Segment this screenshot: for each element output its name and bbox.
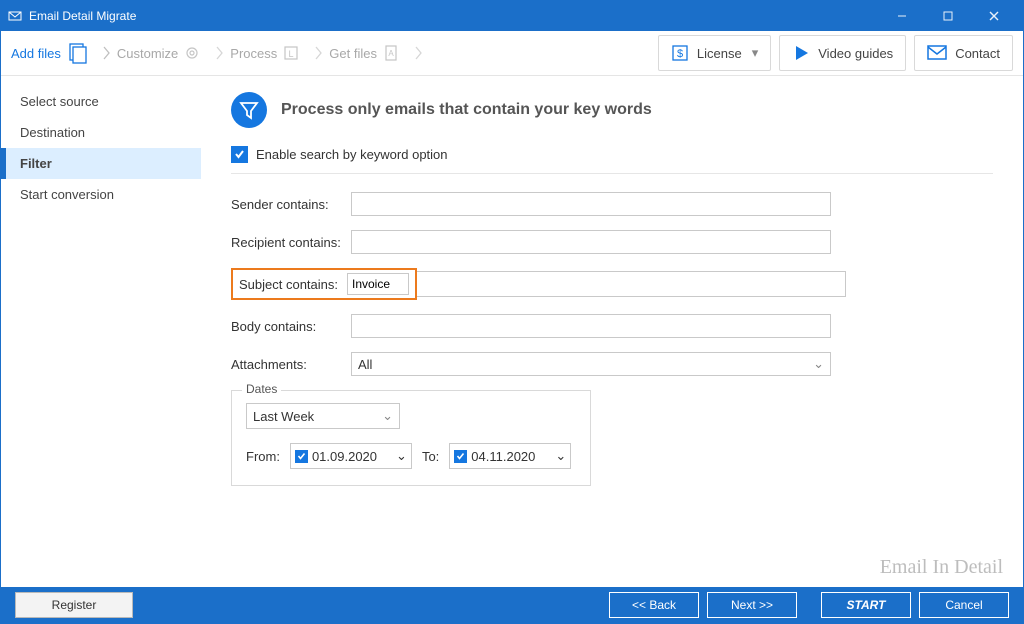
recipient-input[interactable] (351, 230, 831, 254)
attachments-row: Attachments: All ⌄ (231, 352, 993, 376)
enable-keyword-checkbox[interactable] (231, 146, 248, 163)
sidebar-item-start-conversion[interactable]: Start conversion (1, 179, 201, 210)
next-button[interactable]: Next >> (707, 592, 797, 618)
register-button[interactable]: Register (15, 592, 133, 618)
breadcrumb-label: Process (230, 46, 277, 61)
sender-input[interactable] (351, 192, 831, 216)
filter-icon (231, 92, 267, 128)
body-row: Body contains: (231, 314, 993, 338)
page-title: Process only emails that contain your ke… (281, 101, 652, 119)
main-panel: Process only emails that contain your ke… (201, 76, 1023, 587)
gear-icon (182, 43, 202, 63)
chevron-right-icon (315, 46, 323, 60)
process-icon: L (281, 43, 301, 63)
attachments-label: Attachments: (231, 357, 351, 372)
to-checkbox[interactable] (454, 450, 467, 463)
enable-keyword-row: Enable search by keyword option (231, 146, 993, 163)
page-header: Process only emails that contain your ke… (231, 92, 993, 128)
sidebar-item-select-source[interactable]: Select source (1, 86, 201, 117)
app-icon (7, 8, 23, 24)
dollar-icon: $ (671, 44, 689, 62)
recipient-row: Recipient contains: (231, 230, 993, 254)
video-guides-button[interactable]: Video guides (779, 35, 906, 71)
subject-label: Subject contains: (239, 277, 347, 292)
sender-label: Sender contains: (231, 197, 351, 212)
chevron-right-icon (216, 46, 224, 60)
chevron-down-icon: ⌄ (382, 408, 393, 424)
from-label: From: (246, 449, 280, 464)
from-checkbox[interactable] (295, 450, 308, 463)
window-title: Email Detail Migrate (29, 9, 879, 23)
to-date-value: 04.11.2020 (471, 449, 535, 464)
from-date-value: 01.09.2020 (312, 449, 377, 464)
body-label: Body contains: (231, 319, 351, 334)
minimize-button[interactable] (879, 1, 925, 31)
watermark: Email In Detail (880, 556, 1003, 579)
license-button[interactable]: $ License ▾ (658, 35, 771, 71)
sidebar: Select source Destination Filter Start c… (1, 76, 201, 587)
app-window: Email Detail Migrate Add files Customize… (0, 0, 1024, 624)
dates-legend: Dates (242, 382, 281, 396)
play-icon (792, 44, 810, 62)
chevron-right-icon (103, 46, 111, 60)
subject-input[interactable] (347, 273, 409, 295)
titlebar: Email Detail Migrate (1, 1, 1023, 31)
chevron-right-icon (415, 46, 423, 60)
breadcrumb-process[interactable]: Process L (230, 43, 305, 63)
mail-icon (927, 45, 947, 61)
attachments-value: All (358, 357, 372, 372)
footer: Register << Back Next >> START Cancel (1, 587, 1023, 623)
chevron-down-icon: ⌄ (396, 448, 407, 464)
subject-row: Subject contains: (231, 268, 993, 300)
cancel-button[interactable]: Cancel (919, 592, 1009, 618)
maximize-button[interactable] (925, 1, 971, 31)
close-button[interactable] (971, 1, 1017, 31)
sidebar-item-filter[interactable]: Filter (1, 148, 201, 179)
recipient-label: Recipient contains: (231, 235, 351, 250)
enable-keyword-label: Enable search by keyword option (256, 147, 448, 162)
chevron-down-icon: ⌄ (813, 356, 824, 372)
button-label: License (697, 46, 742, 61)
breadcrumb-customize[interactable]: Customize (117, 43, 206, 63)
toolbar: Add files Customize Process L Get files … (1, 31, 1023, 76)
pdf-icon: A (381, 43, 401, 63)
body: Select source Destination Filter Start c… (1, 76, 1023, 587)
files-icon (65, 41, 89, 65)
dates-preset-value: Last Week (253, 409, 314, 424)
breadcrumb-get-files[interactable]: Get files A (329, 43, 405, 63)
sender-row: Sender contains: (231, 192, 993, 216)
body-input[interactable] (351, 314, 831, 338)
svg-text:L: L (289, 49, 294, 59)
window-controls (879, 1, 1017, 31)
subject-input-rest[interactable] (417, 271, 846, 297)
start-button[interactable]: START (821, 592, 911, 618)
breadcrumb-label: Customize (117, 46, 178, 61)
button-label: Contact (955, 46, 1000, 61)
svg-text:A: A (388, 49, 394, 58)
back-button[interactable]: << Back (609, 592, 699, 618)
button-label: Video guides (818, 46, 893, 61)
dates-fieldset: Dates Last Week ⌄ From: 01.09.2020 ⌄ (231, 390, 591, 486)
sidebar-item-destination[interactable]: Destination (1, 117, 201, 148)
chevron-down-icon: ⌄ (555, 448, 566, 464)
dates-preset-select[interactable]: Last Week ⌄ (246, 403, 400, 429)
contact-button[interactable]: Contact (914, 35, 1013, 71)
breadcrumb-add-files[interactable]: Add files (11, 41, 93, 65)
breadcrumb-label: Add files (11, 46, 61, 61)
from-date-picker[interactable]: 01.09.2020 ⌄ (290, 443, 412, 469)
subject-highlight: Subject contains: (231, 268, 417, 300)
divider (231, 173, 993, 174)
to-date-picker[interactable]: 04.11.2020 ⌄ (449, 443, 571, 469)
breadcrumb-label: Get files (329, 46, 377, 61)
attachments-select[interactable]: All ⌄ (351, 352, 831, 376)
caret-down-icon: ▾ (752, 45, 759, 61)
svg-text:$: $ (677, 48, 683, 60)
to-label: To: (422, 449, 439, 464)
